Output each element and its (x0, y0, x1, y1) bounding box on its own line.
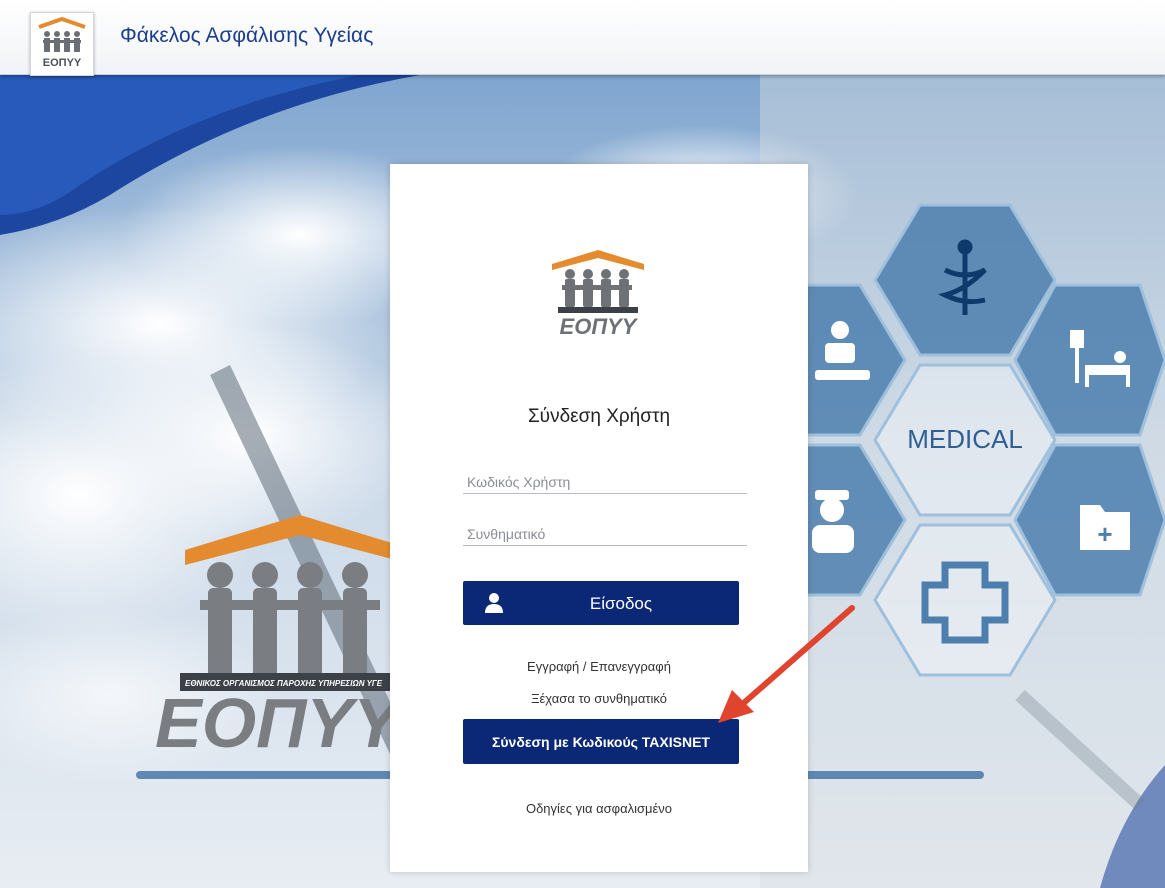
password-input[interactable] (463, 522, 747, 546)
top-header: ΕΟΠΥΥ Φάκελος Ασφάλισης Υγείας (0, 0, 1165, 76)
card-logo-text: ΕΟΠΥΥ (560, 314, 639, 339)
insured-guide-link[interactable]: Οδηγίες για ασφαλισμένο (390, 801, 808, 816)
annotation-arrow (718, 605, 855, 723)
header-logo-text: ΕΟΠΥΥ (43, 57, 82, 69)
login-card: ΕΟΠΥΥ Σύνδεση Χρήστη Είσοδος Εγγραφή / Ε… (390, 164, 808, 872)
medical-label: MEDICAL (907, 424, 1023, 454)
eopyy-card-logo: ΕΟΠΥΥ (552, 250, 644, 339)
eopyy-header-logo[interactable]: ΕΟΠΥΥ (30, 12, 94, 76)
username-input[interactable] (463, 470, 747, 494)
bg-logo-text: ΕΟΠΥΥ (155, 684, 405, 762)
svg-text:+: + (1097, 519, 1112, 549)
taxisnet-login-button[interactable]: Σύνδεση με Κωδικούς TAXISNET (463, 719, 739, 764)
page-title: Φάκελος Ασφάλισης Υγείας (120, 24, 374, 47)
login-title: Σύνδεση Χρήστη (527, 406, 671, 427)
login-button[interactable]: Είσοδος (463, 581, 739, 625)
login-button-label: Είσοδος (589, 594, 653, 613)
